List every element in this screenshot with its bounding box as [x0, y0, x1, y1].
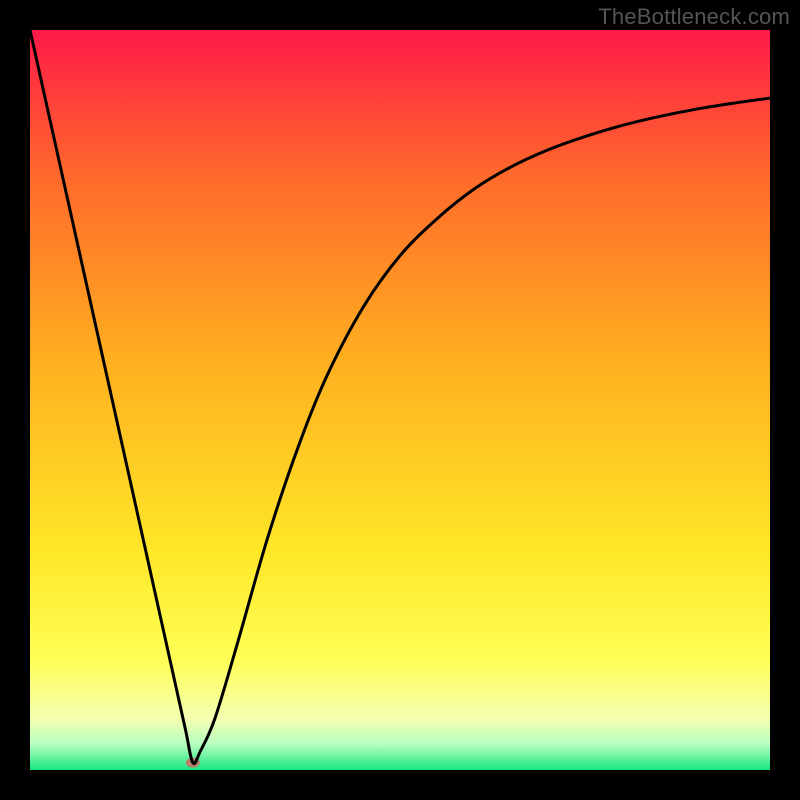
watermark-text: TheBottleneck.com — [598, 4, 790, 30]
gradient-background — [30, 30, 770, 770]
plot-area — [30, 30, 770, 770]
chart-frame: TheBottleneck.com — [0, 0, 800, 800]
chart-svg — [30, 30, 770, 770]
